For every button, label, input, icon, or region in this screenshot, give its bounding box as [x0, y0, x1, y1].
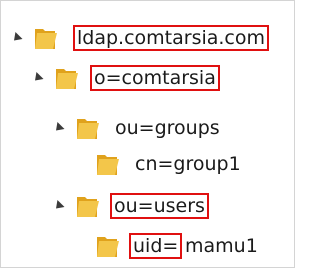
- expand-arrow-icon[interactable]: [52, 199, 65, 213]
- folder-icon: [35, 29, 57, 49]
- expand-arrow-icon[interactable]: [52, 121, 65, 135]
- tree-node-uid-mamu1[interactable]: uid= mamu1: [1, 229, 296, 263]
- tree-node-ou-users[interactable]: ou=users: [1, 189, 296, 223]
- tree-node-label: ou=groups: [115, 117, 220, 139]
- tree-node-label: ldap.comtarsia.com: [73, 25, 270, 51]
- tree-node-label-value: mamu1: [185, 235, 258, 257]
- tree-node-ou-groups[interactable]: ou=groups: [1, 111, 296, 145]
- folder-icon: [77, 119, 99, 139]
- folder-icon: [97, 237, 119, 257]
- tree-node-label: o=comtarsia: [90, 65, 220, 91]
- tree-node-cn-group1[interactable]: cn=group1: [1, 147, 296, 181]
- tree-node-label: ou=users: [110, 193, 209, 219]
- tree-node-o-comtarsia[interactable]: o=comtarsia: [1, 61, 296, 95]
- folder-icon: [97, 155, 119, 175]
- expand-arrow-icon[interactable]: [31, 71, 44, 85]
- ldap-tree-view[interactable]: ldap.comtarsia.com o=comtarsia ou=groups…: [0, 0, 295, 268]
- tree-node-label: cn=group1: [135, 153, 241, 175]
- folder-icon: [56, 69, 78, 89]
- tree-node-root[interactable]: ldap.comtarsia.com: [1, 21, 296, 55]
- tree-node-label-key: uid=: [129, 233, 183, 259]
- expand-arrow-icon[interactable]: [10, 31, 23, 45]
- folder-icon: [77, 197, 99, 217]
